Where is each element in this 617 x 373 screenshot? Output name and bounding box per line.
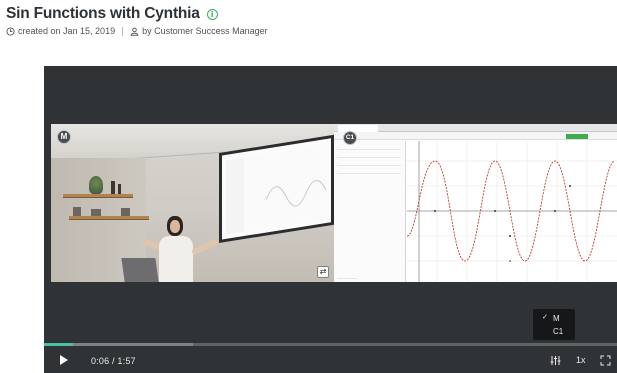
shelf-object — [73, 207, 81, 216]
screen-share-feed: C1 — [334, 124, 617, 282]
fullscreen-icon[interactable] — [600, 355, 611, 366]
screen-wave — [266, 179, 326, 207]
check-icon: ✓ — [542, 313, 548, 321]
player-controls: 0:06 / 1:57 1x — [44, 350, 617, 373]
app-green-button — [566, 134, 588, 139]
camera-feed: M ⇄ — [51, 124, 334, 282]
whiteboard-screen — [219, 134, 334, 243]
meta-row: created on Jan 15, 2019 by Customer Succ… — [6, 25, 268, 37]
plant — [89, 176, 103, 194]
screen-track-badge: C1 — [343, 131, 357, 145]
whiteboard-display — [226, 144, 327, 235]
sidebar-footer — [337, 274, 357, 279]
track-menu-item-c1[interactable]: C1 — [533, 325, 575, 338]
tracks-icon[interactable] — [550, 355, 561, 366]
laptop — [121, 258, 159, 282]
created-date: created on Jan 15, 2019 — [18, 26, 116, 36]
camera-track-badge: M — [57, 130, 71, 144]
clock-icon — [6, 26, 15, 36]
video-area[interactable]: M ⇄ C1 — [51, 124, 617, 282]
vase — [111, 181, 115, 194]
play-icon[interactable] — [60, 355, 68, 365]
browser-chrome — [334, 124, 617, 132]
time-display: 0:06 / 1:57 — [91, 356, 136, 366]
sidebar-row — [337, 153, 401, 158]
playback-speed-button[interactable]: 1x — [576, 355, 586, 365]
shelf-object — [91, 209, 101, 216]
video-player[interactable]: M ⇄ C1 ✓ M C1 0:06 / 1:57 1x — [44, 66, 617, 373]
sidebar-row — [337, 145, 401, 150]
browser-tab — [338, 125, 378, 132]
track-label: M — [553, 314, 560, 323]
shelf-lower — [69, 216, 149, 220]
track-label: C1 — [553, 327, 564, 336]
progress-fill — [44, 343, 74, 346]
sidebar-row — [337, 161, 401, 166]
person-face — [170, 220, 180, 233]
title-row: Sin Functions with Cynthia i — [6, 4, 218, 24]
progress-bar[interactable] — [44, 343, 617, 346]
sine-graph — [407, 141, 617, 282]
swap-view-icon[interactable]: ⇄ — [317, 266, 329, 278]
shelf-object — [121, 208, 130, 216]
author: by Customer Success Manager — [142, 26, 268, 36]
person-arm-right — [191, 238, 219, 256]
user-icon — [130, 27, 139, 36]
person-body — [159, 236, 193, 282]
shelf-upper — [63, 194, 133, 198]
track-menu-item-m[interactable]: ✓ M — [533, 312, 575, 325]
graph-sidebar — [334, 141, 406, 282]
info-icon[interactable]: i — [206, 8, 218, 20]
vase-small — [118, 184, 121, 194]
page-title: Sin Functions with Cynthia — [6, 5, 200, 22]
meta-divider — [122, 26, 124, 36]
track-menu: ✓ M C1 — [533, 309, 575, 340]
sidebar-row — [337, 169, 401, 174]
